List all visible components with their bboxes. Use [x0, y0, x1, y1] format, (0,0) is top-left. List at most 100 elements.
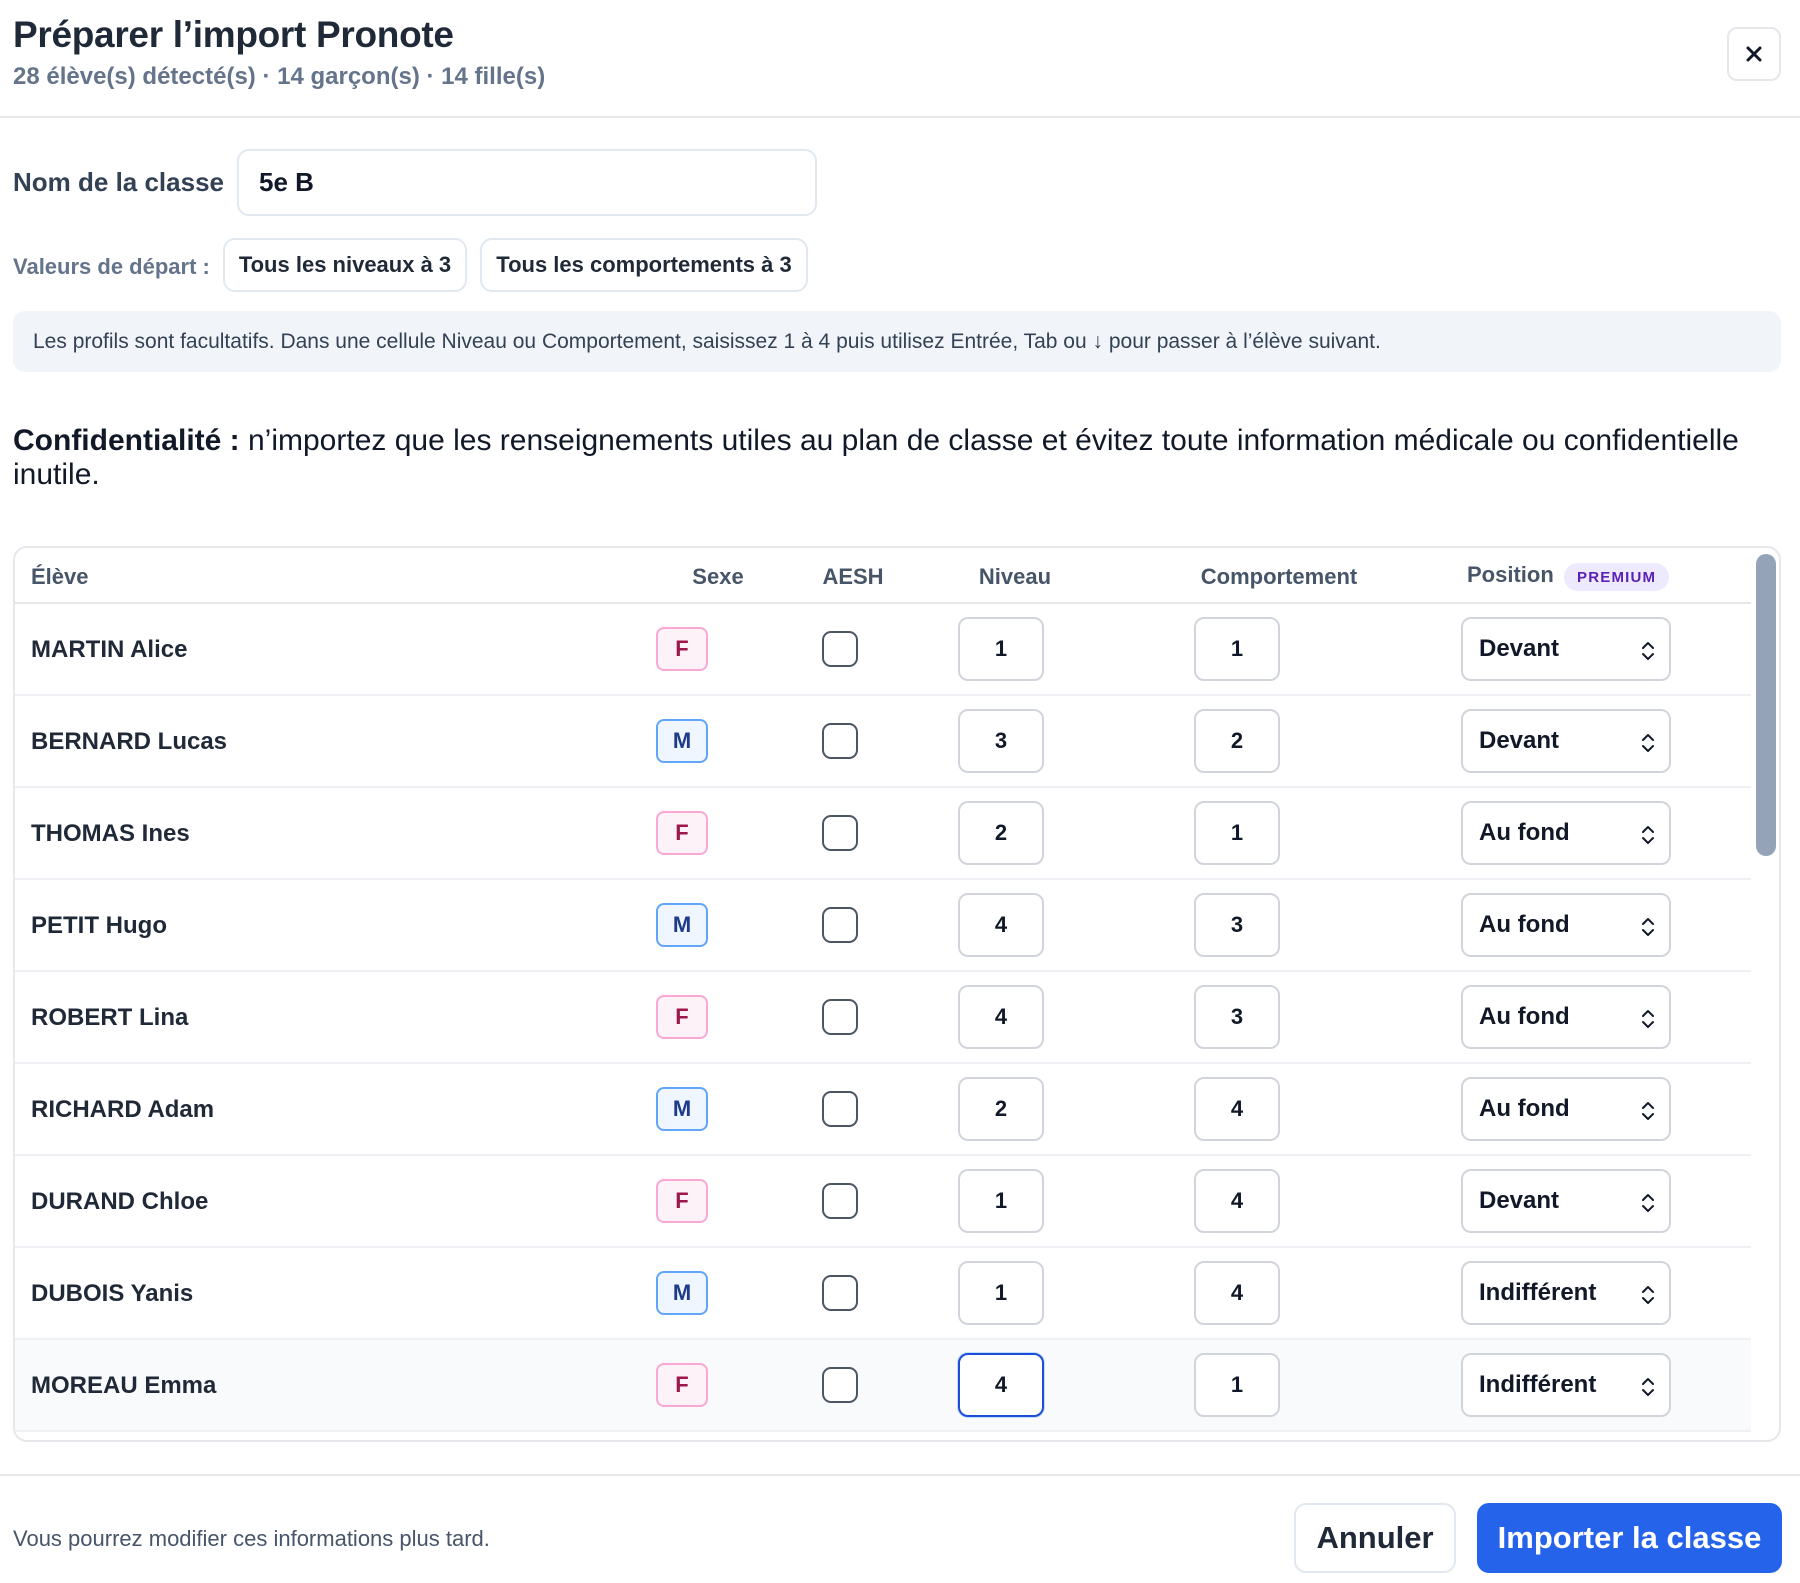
sex-badge[interactable]: F — [656, 1363, 708, 1407]
student-name: DUBOIS Yanis — [31, 1280, 194, 1307]
column-header-aesh: AESH — [822, 564, 884, 589]
cancel-button[interactable]: Annuler — [1294, 1503, 1456, 1573]
position-select[interactable]: Au fond — [1461, 985, 1671, 1049]
table-scrollbar-thumb[interactable] — [1756, 554, 1776, 856]
position-select[interactable]: Au fond — [1461, 801, 1671, 865]
aesh-checkbox[interactable] — [822, 999, 858, 1035]
position-select[interactable]: Devant — [1461, 709, 1671, 773]
comportement-input[interactable]: 1 — [1194, 1353, 1280, 1417]
comportement-input[interactable]: 4 — [1194, 1169, 1280, 1233]
aesh-checkbox[interactable] — [822, 723, 858, 759]
position-select[interactable]: Indifférent — [1461, 1261, 1671, 1325]
class-name-input[interactable] — [237, 149, 817, 216]
position-value: Devant — [1479, 1187, 1560, 1214]
student-name: RICHARD Adam — [31, 1096, 215, 1123]
dialog-title: Préparer l’import Pronote — [13, 14, 454, 55]
column-header-position: Position — [1467, 562, 1554, 587]
niveau-input[interactable]: 4 — [958, 1353, 1044, 1417]
position-value: Au fond — [1479, 911, 1570, 938]
position-select[interactable]: Devant — [1461, 617, 1671, 681]
comportement-input[interactable]: 1 — [1194, 617, 1280, 681]
all-levels-3-button[interactable]: Tous les niveaux à 3 — [223, 238, 467, 292]
student-name: DURAND Chloe — [31, 1188, 209, 1215]
student-name: BERNARD Lucas — [31, 728, 228, 755]
table-header: Élève Sexe AESH Niveau Comportement Posi… — [15, 548, 1751, 604]
student-name: THOMAS Ines — [31, 820, 190, 847]
chevron-up-down-icon — [1642, 1194, 1654, 1212]
position-select[interactable]: Au fond — [1461, 1077, 1671, 1141]
confidentiality-heading: Confidentialité : — [13, 424, 240, 457]
position-value: Devant — [1479, 727, 1560, 754]
dialog-footer: Vous pourrez modifier ces informations p… — [0, 1474, 1800, 1583]
comportement-input[interactable]: 3 — [1194, 985, 1280, 1049]
sex-badge[interactable]: F — [656, 1179, 708, 1223]
student-name: PETIT Hugo — [31, 912, 167, 939]
table-body: MARTIN Alice F 1 1 Devant BERNARD Lucas … — [15, 604, 1751, 1432]
comportement-input[interactable]: 1 — [1194, 801, 1280, 865]
aesh-checkbox[interactable] — [822, 1367, 858, 1403]
column-header-sexe: Sexe — [692, 564, 744, 589]
aesh-checkbox[interactable] — [822, 907, 858, 943]
column-header-eleve: Élève — [31, 564, 89, 589]
column-header-comportement: Comportement — [1200, 564, 1358, 589]
niveau-input[interactable]: 1 — [958, 1261, 1044, 1325]
niveau-input[interactable]: 1 — [958, 1169, 1044, 1233]
dialog-header: Préparer l’import Pronote 28 élève(s) dé… — [0, 0, 1800, 118]
table-row: DUBOIS Yanis M 1 4 Indifférent — [15, 1248, 1751, 1340]
chevron-up-down-icon — [1642, 642, 1654, 660]
position-value: Indifférent — [1479, 1371, 1597, 1398]
niveau-input[interactable]: 2 — [958, 801, 1044, 865]
position-select[interactable]: Au fond — [1461, 893, 1671, 957]
aesh-checkbox[interactable] — [822, 815, 858, 851]
position-value: Au fond — [1479, 1003, 1570, 1030]
aesh-checkbox[interactable] — [822, 1091, 858, 1127]
confidentiality-notice: Confidentialité : n’importez que les ren… — [13, 424, 1788, 492]
niveau-input[interactable]: 2 — [958, 1077, 1044, 1141]
confidentiality-text: n’importez que les renseignements utiles… — [13, 424, 1739, 491]
table-row: DURAND Chloe F 1 4 Devant — [15, 1156, 1751, 1248]
table-row: MARTIN Alice F 1 1 Devant — [15, 604, 1751, 696]
niveau-input[interactable]: 4 — [958, 893, 1044, 957]
chevron-up-down-icon — [1642, 1102, 1654, 1120]
comportement-input[interactable]: 3 — [1194, 893, 1280, 957]
position-value: Au fond — [1479, 819, 1570, 846]
position-select[interactable]: Devant — [1461, 1169, 1671, 1233]
class-name-label: Nom de la classe — [13, 167, 224, 197]
niveau-input[interactable]: 4 — [958, 985, 1044, 1049]
close-button[interactable] — [1727, 27, 1781, 81]
chevron-up-down-icon — [1642, 1010, 1654, 1028]
footer-note: Vous pourrez modifier ces informations p… — [13, 1526, 490, 1551]
comportement-input[interactable]: 2 — [1194, 709, 1280, 773]
chevron-up-down-icon — [1642, 1378, 1654, 1396]
table-row: ROBERT Lina F 4 3 Au fond — [15, 972, 1751, 1064]
dialog-subtitle: 28 élève(s) détecté(s) · 14 garçon(s) · … — [13, 63, 546, 90]
aesh-checkbox[interactable] — [822, 1183, 858, 1219]
sex-badge[interactable]: F — [656, 811, 708, 855]
sex-badge[interactable]: M — [656, 903, 708, 947]
chevron-up-down-icon — [1642, 826, 1654, 844]
table-row: PETIT Hugo M 4 3 Au fond — [15, 880, 1751, 972]
student-name: ROBERT Lina — [31, 1004, 189, 1031]
info-banner: Les profils sont facultatifs. Dans une c… — [13, 311, 1781, 372]
position-value: Devant — [1479, 635, 1560, 662]
aesh-checkbox[interactable] — [822, 631, 858, 667]
chevron-up-down-icon — [1642, 1286, 1654, 1304]
all-behaviours-3-button[interactable]: Tous les comportements à 3 — [480, 238, 808, 292]
niveau-input[interactable]: 3 — [958, 709, 1044, 773]
position-value: Indifférent — [1479, 1279, 1597, 1306]
sex-badge[interactable]: M — [656, 719, 708, 763]
premium-badge: PREMIUM — [1564, 563, 1670, 591]
info-banner-text: Les profils sont facultatifs. Dans une c… — [33, 329, 1381, 353]
position-select[interactable]: Indifférent — [1461, 1353, 1671, 1417]
sex-badge[interactable]: F — [656, 995, 708, 1039]
comportement-input[interactable]: 4 — [1194, 1077, 1280, 1141]
close-icon — [1746, 46, 1762, 62]
comportement-input[interactable]: 4 — [1194, 1261, 1280, 1325]
chevron-up-down-icon — [1642, 734, 1654, 752]
import-class-button[interactable]: Importer la classe — [1477, 1503, 1782, 1573]
aesh-checkbox[interactable] — [822, 1275, 858, 1311]
sex-badge[interactable]: M — [656, 1087, 708, 1131]
sex-badge[interactable]: F — [656, 627, 708, 671]
niveau-input[interactable]: 1 — [958, 617, 1044, 681]
sex-badge[interactable]: M — [656, 1271, 708, 1315]
